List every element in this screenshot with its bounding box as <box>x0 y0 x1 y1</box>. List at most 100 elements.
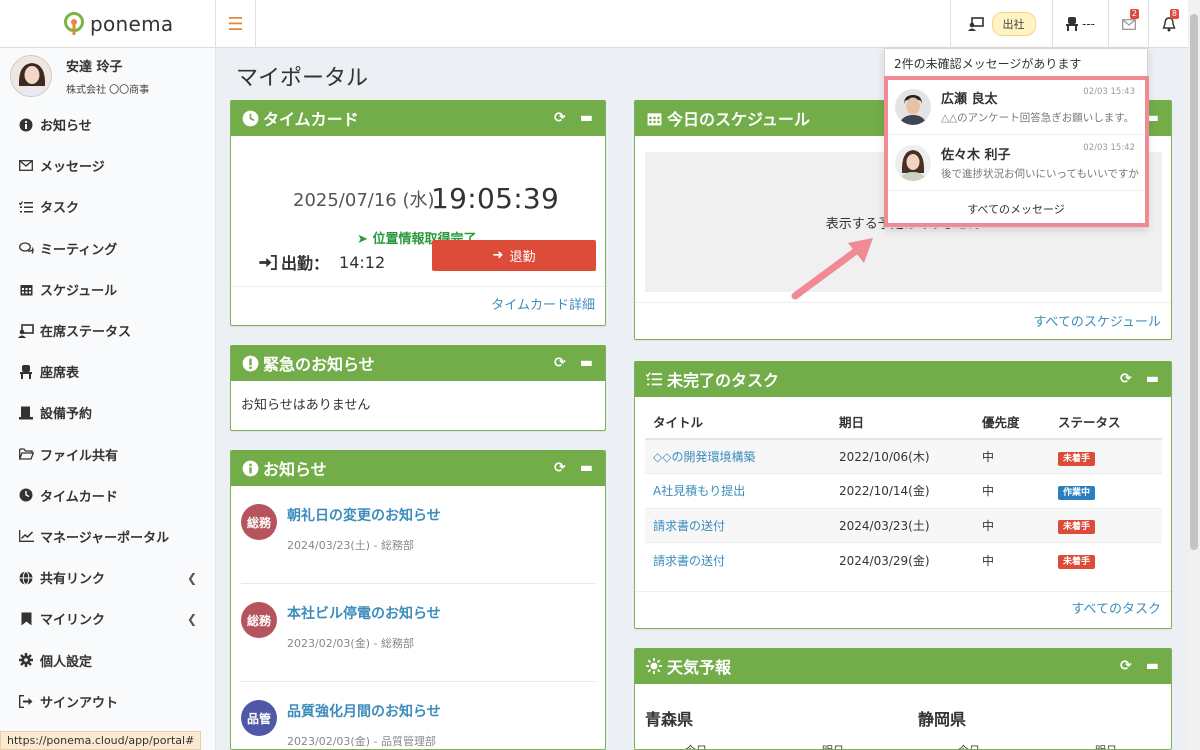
page-scrollbar[interactable] <box>1188 0 1200 750</box>
refresh-icon[interactable]: ⟳ <box>554 355 566 371</box>
sign-in-icon <box>259 254 277 270</box>
weather-day-label: 今日 <box>685 742 707 749</box>
schedule-title: 今日のスケジュール <box>667 110 810 129</box>
weather-day-label: 明日 <box>1095 742 1117 749</box>
status-badge: 未着手 <box>1058 555 1096 569</box>
timecard-date: 2025/07/16 (水) <box>293 190 435 211</box>
notice-item: 総務 朝礼日の変更のお知らせ 2024/03/23(土) - 総務部 <box>241 486 595 584</box>
scrollbar-thumb[interactable] <box>1190 14 1198 550</box>
notifications-button[interactable]: 8 <box>1148 0 1188 48</box>
emergency-empty-text: お知らせはありません <box>241 398 371 413</box>
sender-avatar <box>895 88 931 125</box>
message-item[interactable]: 広瀬 良太 △△のアンケート回答急ぎお願いします。 02/03 15:43 <box>885 79 1147 135</box>
sidebar-item-label: タイムカード <box>40 489 118 505</box>
sign-out-icon: ➜ <box>492 248 504 263</box>
collapse-icon[interactable]: ▬ <box>580 355 593 371</box>
collapse-icon[interactable]: ▬ <box>580 110 593 126</box>
task-title-link[interactable]: 請求書の送付 <box>653 554 725 568</box>
sidebar-item-manager-portal[interactable]: マネージャーポータル <box>0 516 215 557</box>
hamburger-icon: ☰ <box>227 13 244 35</box>
messages-dropdown: 2件の未確認メッセージがあります 広瀬 良太 △△のアンケート回答急ぎお願いしま… <box>884 48 1148 228</box>
seat-button[interactable]: --- <box>1052 0 1108 48</box>
task-due: 2024/03/29(金) <box>831 542 974 577</box>
tasks-box: 未完了のタスク ⟳ ▬ タイトル 期日 優先度 ステータス ◇◇の開発環境構築 … <box>634 361 1172 629</box>
messages-button[interactable]: 2 <box>1108 0 1148 48</box>
presence-status-badge: 出社 <box>991 12 1036 36</box>
sidebar-item-personal-settings[interactable]: 個人設定 <box>0 639 215 680</box>
notices-box: お知らせ ⟳ ▬ 総務 朝礼日の変更のお知らせ 2024/03/23(土) - … <box>230 450 606 750</box>
notice-title-link[interactable]: 朝礼日の変更のお知らせ <box>287 505 441 525</box>
sidebar-item-notices[interactable]: お知らせ <box>0 104 215 145</box>
notices-title: お知らせ <box>263 460 327 479</box>
annotation-arrow-icon <box>791 238 873 300</box>
status-badge: 未着手 <box>1058 520 1096 535</box>
message-time: 02/03 15:42 <box>1083 143 1135 153</box>
status-badge: 未着手 <box>1058 451 1096 466</box>
clock-in-time: 14:12 <box>339 252 386 272</box>
all-schedules-link[interactable]: すべてのスケジュール <box>1033 315 1161 330</box>
sidebar-item-presence[interactable]: 在席ステータス <box>0 310 215 351</box>
task-title-link[interactable]: A社見積もり提出 <box>653 484 745 498</box>
envelope-icon <box>18 159 34 173</box>
table-row: A社見積もり提出 2022/10/14(金) 中 作業中 <box>645 473 1162 508</box>
page-title: マイポータル <box>236 66 369 91</box>
task-title-link[interactable]: 請求書の送付 <box>653 519 725 533</box>
calendar-icon <box>645 109 663 127</box>
refresh-icon[interactable]: ⟳ <box>1120 371 1132 387</box>
menu-toggle-button[interactable]: ☰ <box>216 0 256 48</box>
notice-title-link[interactable]: 品質強化月間のお知らせ <box>287 701 441 721</box>
message-item[interactable]: 佐々木 利子 後で進捗状況お伺いにいってもいいですか 02/03 15:42 <box>885 135 1147 191</box>
table-header-row: タイトル 期日 優先度 ステータス <box>645 405 1162 440</box>
refresh-icon[interactable]: ⟳ <box>554 110 566 126</box>
status-bar-url: https://ponema.cloud/app/portal# <box>0 731 202 750</box>
clock-out-button[interactable]: ➜ 退勤 <box>432 240 596 271</box>
refresh-icon[interactable]: ⟳ <box>1120 658 1132 674</box>
timecard-detail-link[interactable]: タイムカード詳細 <box>491 298 595 313</box>
sidebar-item-label: お知らせ <box>40 119 92 135</box>
tasks-title: 未完了のタスク <box>667 371 780 390</box>
notices-box-header: お知らせ ⟳ ▬ <box>231 450 605 486</box>
sidebar-item-label: スケジュール <box>40 283 118 299</box>
collapse-icon[interactable]: ▬ <box>1146 371 1159 387</box>
sidebar-item-timecard[interactable]: タイムカード <box>0 475 215 516</box>
weather-box-header: 天気予報 ⟳ ▬ <box>635 648 1171 684</box>
sidebar-item-tasks[interactable]: タスク <box>0 186 215 227</box>
presence-status-button[interactable]: 出社 <box>950 0 1052 48</box>
all-messages-link[interactable]: すべてのメッセージ <box>885 191 1147 227</box>
tasks-box-header: 未完了のタスク ⟳ ▬ <box>635 361 1171 397</box>
sidebar-item-label: 座席表 <box>40 366 80 382</box>
collapse-icon[interactable]: ▬ <box>1146 658 1159 674</box>
sidebar-item-shared-links[interactable]: 共有リンク ❮ <box>0 557 215 598</box>
all-tasks-link[interactable]: すべてのタスク <box>1071 602 1161 617</box>
task-priority: 中 <box>974 438 1050 474</box>
column-header: ステータス <box>1050 405 1162 440</box>
presence-icon <box>18 323 34 338</box>
sidebar-item-label: ファイル共有 <box>40 448 119 464</box>
sidebar-item-messages[interactable]: メッセージ <box>0 145 215 186</box>
sidebar-item-my-links[interactable]: マイリンク ❮ <box>0 598 215 639</box>
seat-text: --- <box>1082 17 1095 31</box>
logo[interactable]: ponema <box>0 0 216 48</box>
table-row: 請求書の送付 2024/03/29(金) 中 未着手 <box>645 542 1162 577</box>
sidebar-item-meetings[interactable]: ミーティング <box>0 228 215 269</box>
notice-meta: 2023/02/03(金) - 総務部 <box>287 637 414 650</box>
column-header: 優先度 <box>974 405 1050 440</box>
sidebar-item-label: 共有リンク <box>40 572 106 588</box>
clock-icon <box>241 109 259 127</box>
sidebar-item-file-share[interactable]: ファイル共有 <box>0 434 215 475</box>
sidebar-item-label: マネージャーポータル <box>40 530 170 546</box>
gear-icon <box>18 653 34 668</box>
sidebar-item-seating[interactable]: 座席表 <box>0 351 215 392</box>
sidebar-item-equipment[interactable]: 設備予約 <box>0 392 215 433</box>
refresh-icon[interactable]: ⟳ <box>554 460 566 476</box>
user-panel: 安達 玲子 株式会社 〇〇商事 <box>0 48 215 104</box>
notice-title-link[interactable]: 本社ビル停電のお知らせ <box>287 603 441 623</box>
chevron-left-icon: ❮ <box>186 570 197 585</box>
task-title-link[interactable]: ◇◇の開発環境構築 <box>653 450 755 464</box>
collapse-icon[interactable]: ▬ <box>580 460 593 476</box>
user-avatar <box>10 55 52 97</box>
sidebar-item-label: メッセージ <box>40 160 105 176</box>
sidebar-item-schedule[interactable]: スケジュール <box>0 269 215 310</box>
sidebar-item-sign-out[interactable]: サインアウト <box>0 681 215 722</box>
table-row: ◇◇の開発環境構築 2022/10/06(木) 中 未着手 <box>645 438 1162 474</box>
